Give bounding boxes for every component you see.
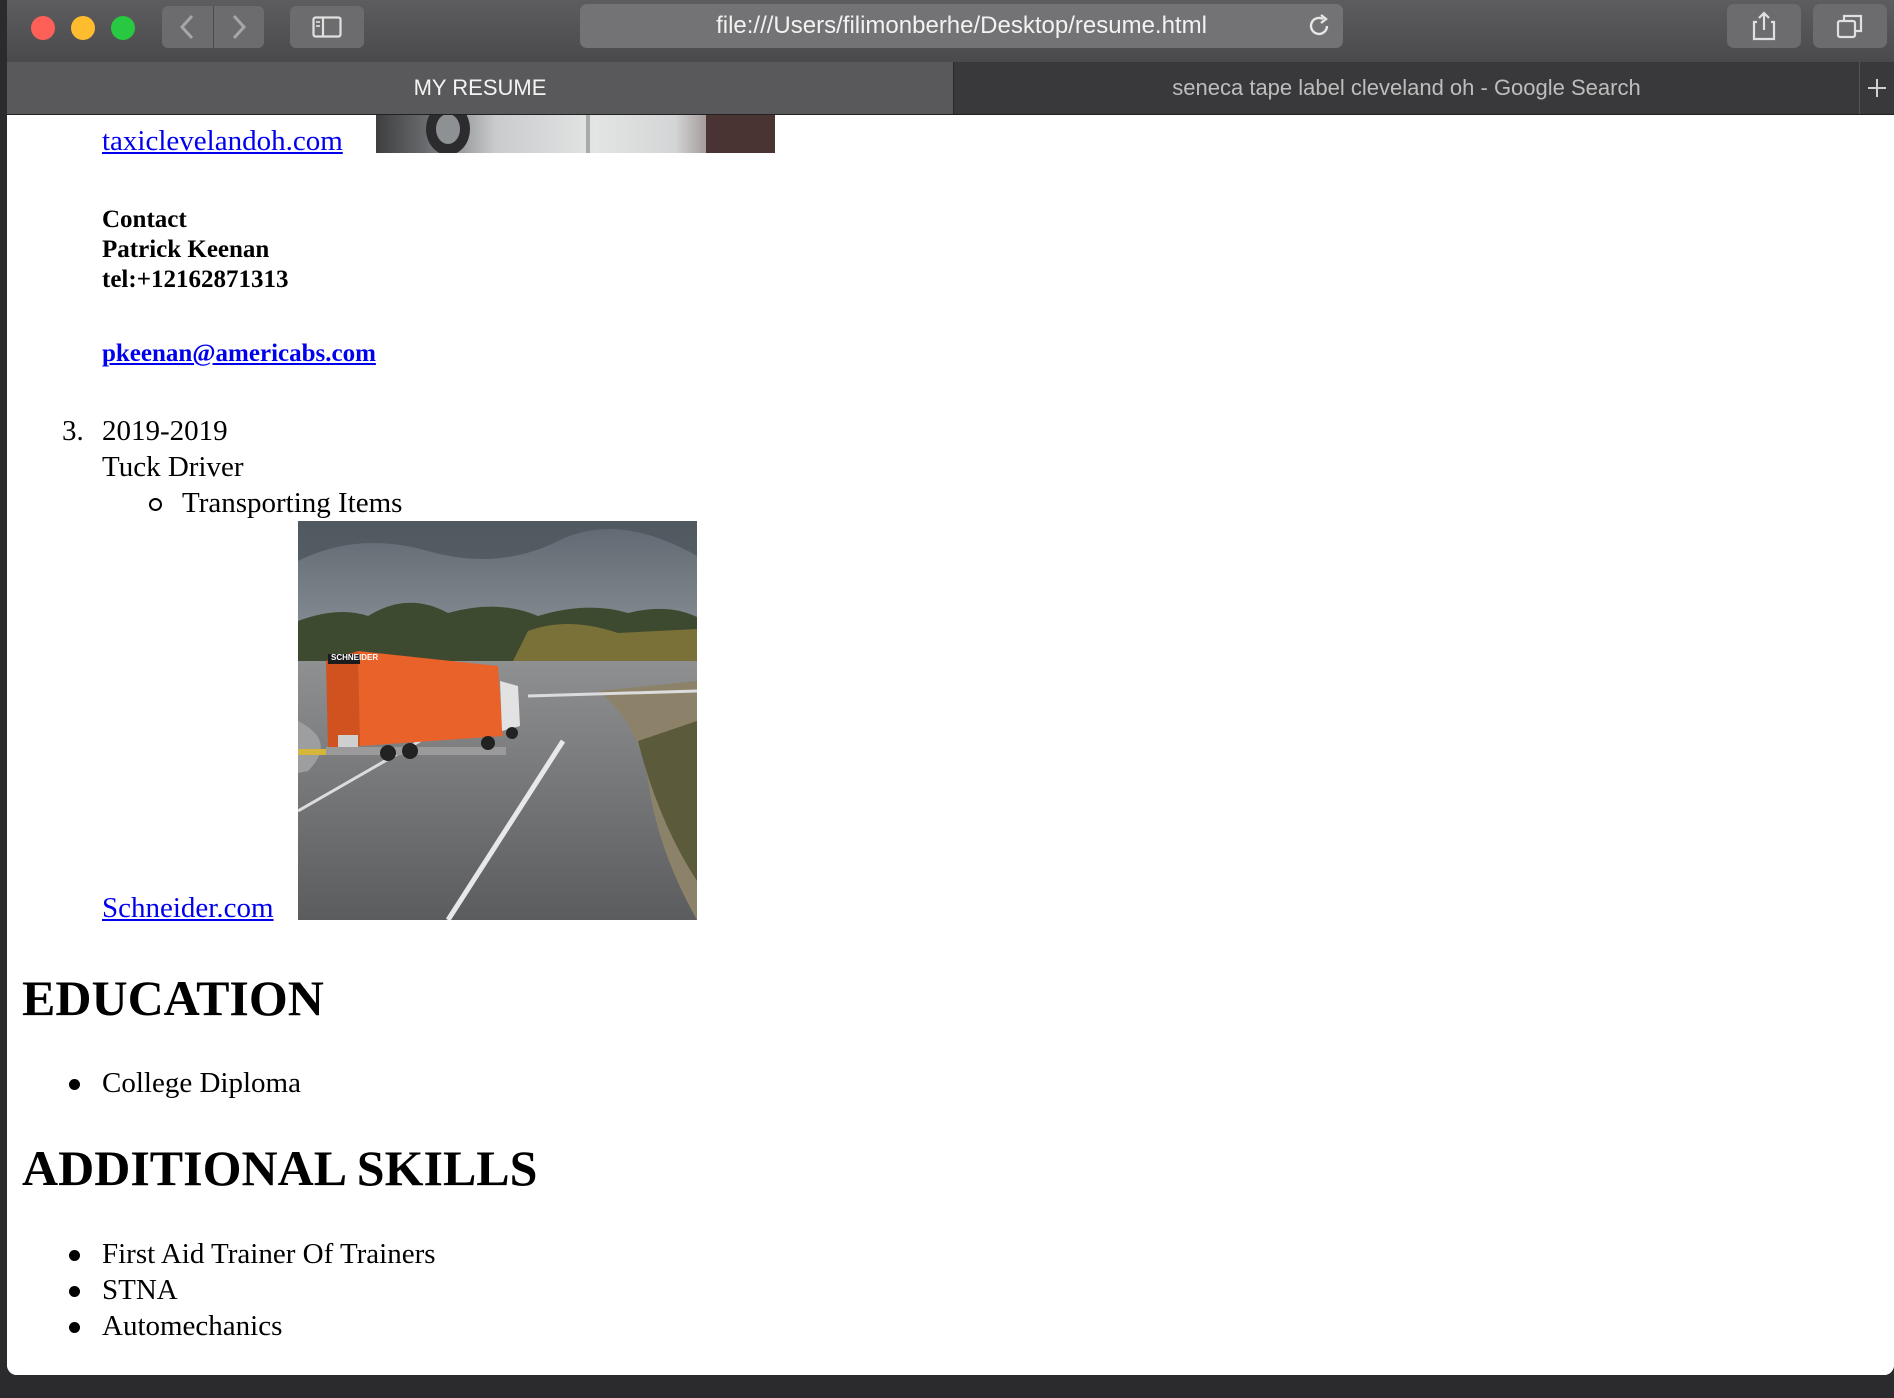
chevron-left-icon (180, 14, 194, 40)
close-window-button[interactable] (31, 16, 55, 40)
reload-icon[interactable] (1305, 12, 1333, 40)
skill-item: First Aid Trainer Of Trainers (102, 1238, 436, 1270)
car-photo (426, 115, 775, 153)
browser-toolbar: file:///Users/filimonberhe/Desktop/resum… (7, 0, 1894, 63)
contact-email-link[interactable]: pkeenan@americabs.com (102, 339, 376, 369)
education-heading: EDUCATION (22, 970, 324, 1026)
sidebar-icon (312, 16, 342, 38)
show-tabs-button[interactable] (1813, 4, 1887, 48)
plus-icon (1867, 79, 1886, 97)
skill-item: Automechanics (102, 1310, 283, 1342)
sidebar-toggle-button[interactable] (290, 6, 364, 48)
tab-label: seneca tape label cleveland oh - Google … (1172, 75, 1641, 100)
page-content: taxiclevelandoh.com Contact Patrick Keen… (7, 115, 1894, 1375)
tab-my-resume[interactable]: MY RESUME (7, 62, 954, 114)
circle-bullet-icon (149, 498, 162, 511)
tab-overview-icon (1836, 14, 1863, 39)
share-icon (1752, 11, 1776, 41)
share-button[interactable] (1727, 4, 1801, 48)
job-duty: Transporting Items (182, 487, 403, 519)
job-title: Tuck Driver (102, 451, 244, 483)
contact-name: Patrick Keenan (102, 236, 270, 263)
new-tab-button[interactable] (1859, 62, 1894, 114)
tab-label: MY RESUME (413, 75, 547, 100)
employer-link-taxi[interactable]: taxiclevelandoh.com (102, 124, 343, 158)
truck-image: SCHNEIDER (298, 521, 697, 920)
bullet-icon (69, 1322, 80, 1333)
bullet-icon (69, 1286, 80, 1297)
url-text: file:///Users/filimonberhe/Desktop/resum… (716, 12, 1207, 39)
maximize-window-button[interactable] (111, 16, 135, 40)
tab-bar: MY RESUME seneca tape label cleveland oh… (7, 62, 1894, 115)
contact-phone: tel:+12162871313 (102, 266, 289, 293)
skills-heading: ADDITIONAL SKILLS (22, 1140, 538, 1196)
truck-photo (298, 521, 697, 920)
employer-link-schneider[interactable]: Schneider.com (102, 891, 274, 925)
address-bar[interactable]: file:///Users/filimonberhe/Desktop/resum… (580, 4, 1343, 48)
forward-button[interactable] (212, 6, 265, 48)
contact-heading: Contact (102, 206, 187, 233)
tab-google-search[interactable]: seneca tape label cleveland oh - Google … (954, 62, 1860, 114)
education-item: College Diploma (102, 1067, 301, 1099)
browser-window: file:///Users/filimonberhe/Desktop/resum… (7, 0, 1894, 1375)
taxi-image (376, 115, 775, 153)
job-years: 2019-2019 (102, 415, 228, 447)
bullet-icon (69, 1250, 80, 1261)
skill-item: STNA (102, 1274, 178, 1306)
trailer-brand-text: SCHNEIDER (331, 653, 379, 662)
back-button[interactable] (162, 6, 213, 48)
list-number: 3. (62, 415, 84, 447)
bullet-icon (69, 1079, 80, 1090)
minimize-window-button[interactable] (71, 16, 95, 40)
navigation-buttons (162, 6, 264, 48)
chevron-right-icon (232, 14, 246, 40)
